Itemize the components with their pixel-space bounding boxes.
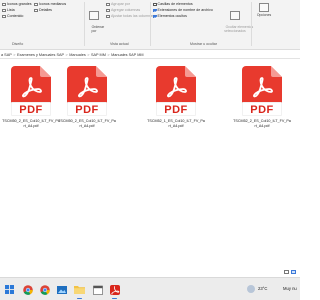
file-explorer-window: Iconos grandes Iconos medianos Lista Det… [0, 0, 300, 300]
layout-list[interactable]: Lista [2, 8, 15, 13]
folder-icon [74, 286, 85, 294]
file-name: TSCM50_2_ES_Col10_ILT_FV_Part_A4.pdf [58, 119, 116, 128]
options-icon [259, 3, 269, 12]
breadcrumb-separator: > [107, 52, 110, 57]
layout-medium-icons[interactable]: Iconos medianos [34, 2, 66, 7]
file-item[interactable]: PDF TSCM52_1_ES_Col10_ILT_FV_Part_A4.pdf [145, 66, 207, 129]
group-by-icon [106, 3, 110, 6]
weather-temp[interactable]: 23°C [258, 286, 267, 291]
taskbar-photos[interactable] [56, 284, 67, 295]
calendar-icon [92, 285, 103, 295]
taskbar-acrobat[interactable] [109, 284, 120, 299]
group-label-show-hide: Mostrar u ocultar [190, 42, 217, 46]
breadcrumb-item[interactable]: Manuales SAP MM [111, 53, 143, 57]
status-bar [0, 268, 300, 276]
options-button[interactable]: Opciones [254, 3, 274, 17]
file-item[interactable]: PDF TSCM52_2_ES_Col10_ILT_FV_Part_A4.pdf [231, 66, 293, 129]
list-icon [2, 9, 6, 12]
file-name: TSCM52_2_ES_Col10_ILT_FV_Part_A4.pdf [233, 119, 291, 128]
cloud-icon [247, 285, 255, 293]
layout-details[interactable]: Detalles [34, 8, 52, 13]
acrobat-logo-icon [253, 77, 273, 98]
medium-icons-icon [34, 3, 38, 6]
ribbon-divider [84, 2, 85, 46]
group-by-button[interactable]: Agrupar por [106, 2, 130, 7]
checkbox-checked-icon [153, 14, 157, 19]
breadcrumb-item[interactable]: Manuales [69, 53, 85, 57]
photos-icon [56, 285, 67, 294]
taskbar-calendar[interactable] [92, 284, 103, 295]
fit-columns-button[interactable]: Ajustar todas las columnas [106, 14, 154, 19]
add-columns-button[interactable]: Agregar columnas [106, 8, 140, 13]
checkbox-checked-icon [153, 8, 157, 13]
ribbon: Iconos grandes Iconos medianos Lista Det… [0, 0, 300, 50]
pdf-badge: PDF [11, 102, 51, 116]
group-label-current-view: Vista actual [110, 42, 129, 46]
pdf-badge: PDF [67, 102, 107, 116]
file-name: TSCM50_2_ES_Col10_ILT_FV_Part_A4.pdf [2, 119, 60, 128]
checkbox-icon [153, 2, 157, 7]
large-icons-view-button[interactable] [291, 270, 296, 274]
hidden-items-toggle[interactable]: Elementos ocultos [153, 14, 187, 19]
ribbon-divider [251, 2, 252, 46]
group-label-layout: Diseño [12, 42, 24, 46]
address-bar[interactable]: a SAP > Examenes y Manuales SAP > Manual… [0, 51, 300, 59]
sort-by-button[interactable]: Ordenar por [86, 3, 104, 37]
sort-icon [89, 11, 99, 20]
pdf-badge: PDF [156, 102, 196, 116]
ribbon-divider [150, 2, 151, 46]
weather-desc[interactable]: Muy nu [283, 286, 297, 291]
acrobat-logo-icon [22, 77, 42, 98]
layout-large-icons[interactable]: Iconos grandes [2, 2, 32, 7]
taskbar-chrome[interactable] [22, 284, 33, 295]
file-item[interactable]: PDF TSCM50_2_ES_Col10_ILT_FV_Part_A4.pdf [56, 66, 118, 129]
file-grid: PDF TSCM50_2_ES_Col10_ILT_FV_Part_A4.pdf… [0, 60, 300, 260]
large-icons-icon [2, 3, 6, 6]
breadcrumb-item[interactable]: Examenes y Manuales SAP [17, 53, 64, 57]
item-checkboxes-toggle[interactable]: Casillas de elementos [153, 2, 193, 7]
file-extensions-toggle[interactable]: Extensiones de nombre de archivo [153, 8, 213, 13]
pdf-badge: PDF [242, 102, 282, 116]
chrome-icon [39, 284, 50, 295]
acrobat-icon [109, 284, 120, 295]
breadcrumb-separator: > [87, 52, 90, 57]
acrobat-logo-icon [78, 77, 98, 98]
breadcrumb-item[interactable]: a SAP [1, 53, 12, 57]
taskbar: 23°C Muy nu [0, 277, 300, 300]
hide-selected-icon [230, 11, 240, 20]
breadcrumb-separator: > [13, 52, 16, 57]
chrome-icon [22, 284, 33, 295]
acrobat-logo-icon [167, 77, 187, 98]
layout-content[interactable]: Contenido [2, 14, 23, 19]
file-name: TSCM52_1_ES_Col10_ILT_FV_Part_A4.pdf [147, 119, 205, 128]
taskbar-chrome-alt[interactable] [39, 284, 50, 295]
details-view-button[interactable] [284, 270, 289, 274]
fit-columns-icon [106, 15, 110, 18]
breadcrumb-separator: > [65, 52, 68, 57]
taskbar-file-explorer[interactable] [74, 284, 85, 299]
details-icon [34, 9, 38, 12]
breadcrumb-item[interactable]: SAP MM [91, 53, 106, 57]
windows-logo-icon [5, 285, 14, 294]
file-item[interactable]: PDF TSCM50_2_ES_Col10_ILT_FV_Part_A4.pdf [0, 66, 62, 129]
content-icon [2, 15, 6, 18]
add-columns-icon [106, 9, 110, 12]
hide-selected-button[interactable]: Ocultar elementos seleccionados [220, 3, 253, 37]
start-button[interactable] [4, 284, 15, 295]
